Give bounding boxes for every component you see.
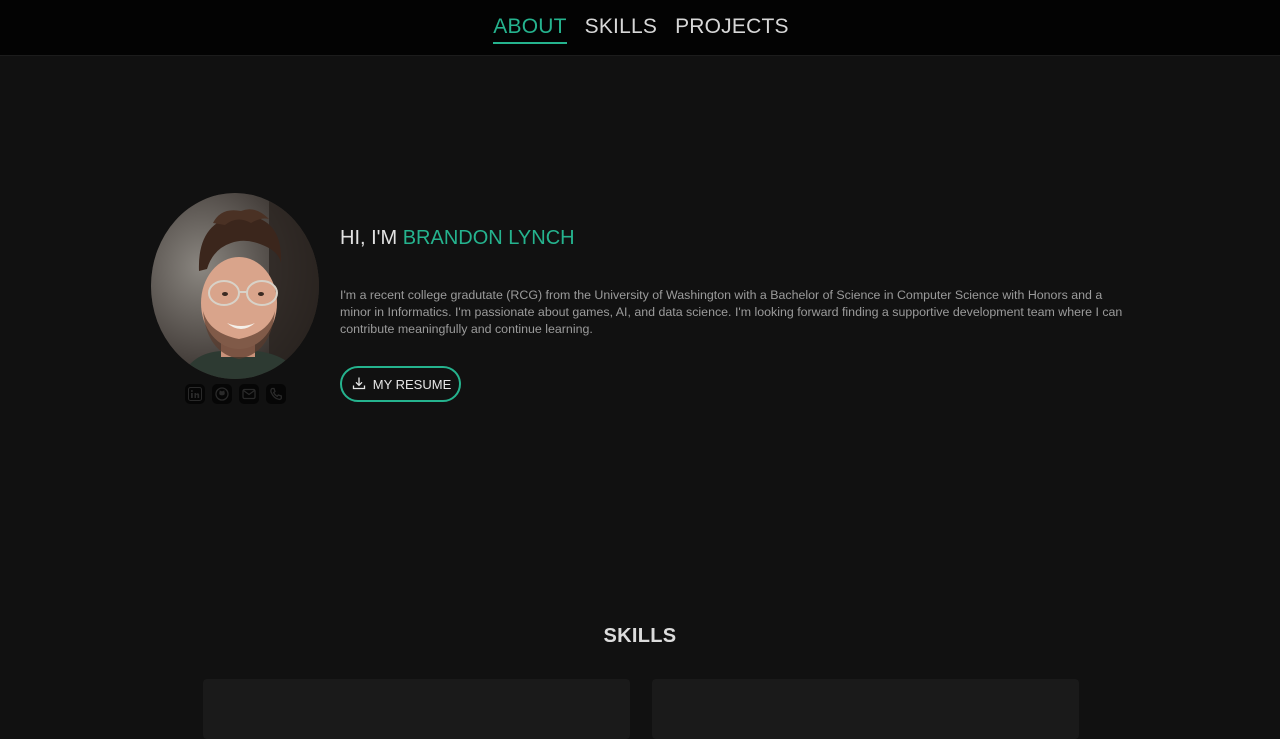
email-icon[interactable] xyxy=(239,384,259,404)
profile-photo-illustration xyxy=(151,193,319,379)
nav-link-about[interactable]: ABOUT xyxy=(493,0,567,44)
nav-link-projects[interactable]: PROJECTS xyxy=(675,0,789,40)
resume-button-label: MY RESUME xyxy=(372,376,452,392)
skill-card xyxy=(203,679,630,739)
nav-links: ABOUT SKILLS PROJECTS xyxy=(0,0,1280,56)
linkedin-icon[interactable] xyxy=(185,384,205,404)
social-links xyxy=(185,384,286,404)
profile-photo xyxy=(151,193,319,379)
hero-name: BRANDON LYNCH xyxy=(402,227,575,249)
nav-link-skills[interactable]: SKILLS xyxy=(585,0,657,40)
download-icon xyxy=(352,376,366,393)
hero-bio: I'm a recent college gradutate (RCG) fro… xyxy=(340,288,1123,336)
hero-title: HI, I'M BRANDON LYNCH xyxy=(340,224,575,252)
skill-card xyxy=(652,679,1079,739)
github-icon[interactable] xyxy=(212,384,232,404)
skills-heading: SKILLS xyxy=(603,625,677,647)
hero-greeting: HI, I'M xyxy=(340,227,403,249)
phone-icon[interactable] xyxy=(266,384,286,404)
top-nav: ABOUT SKILLS PROJECTS xyxy=(0,0,1280,56)
resume-download-button[interactable]: MY RESUME xyxy=(340,366,461,402)
